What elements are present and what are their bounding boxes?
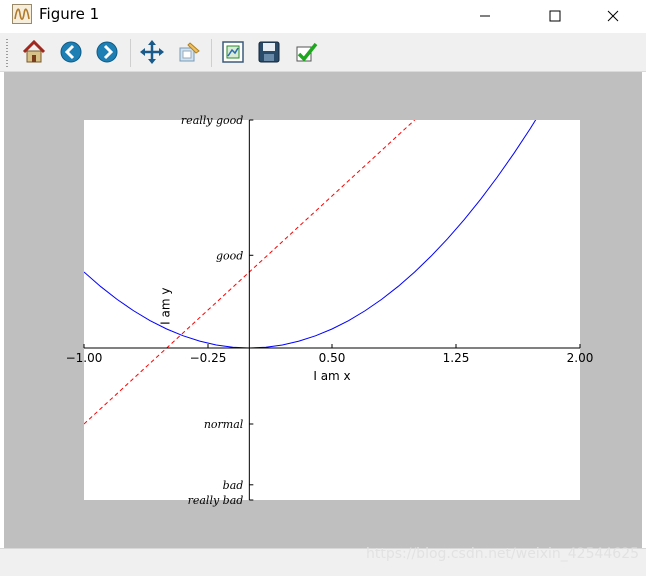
x-tick-label: 1.25 bbox=[443, 351, 470, 365]
x-tick-label: −1.00 bbox=[66, 351, 103, 365]
watermark: https://blog.csdn.net/weixin_42544625 bbox=[366, 546, 640, 562]
y-tick-label: really good bbox=[181, 114, 243, 127]
y-tick-label: normal bbox=[204, 418, 244, 431]
x-tick-label: 0.50 bbox=[319, 351, 346, 365]
y-tick-label: really bad bbox=[188, 494, 244, 507]
y-tick-label: bad bbox=[223, 479, 244, 492]
y-axis-label: I am y bbox=[158, 288, 172, 325]
chart: −1.00 −0.25 0.50 1.25 2.00 bad normal good real… bbox=[66, 114, 594, 507]
x-tick-label: 2.00 bbox=[567, 351, 594, 365]
x-axis-label: I am x bbox=[313, 369, 350, 383]
x-tick-label: −0.25 bbox=[190, 351, 227, 365]
y-tick-label: good bbox=[216, 249, 243, 262]
